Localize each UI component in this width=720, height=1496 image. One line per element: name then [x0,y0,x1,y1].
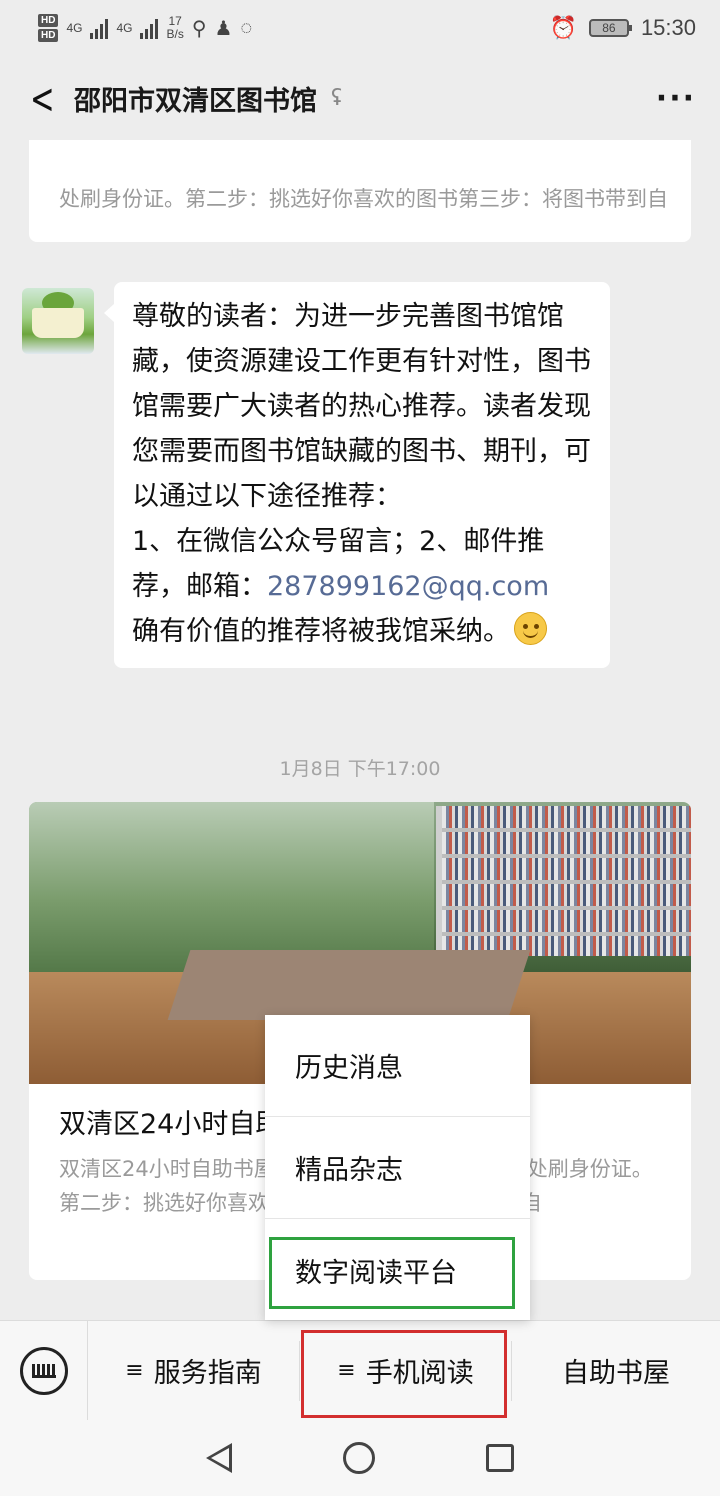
clock: 15:30 [640,15,696,40]
nav-home-icon[interactable] [342,1442,375,1474]
menu-tab-mobile-reading[interactable]: ≡ 手机阅读 [300,1329,512,1418]
message-timestamp: 1月8日 下午17:00 [279,758,441,780]
menu-item-label: 历史消息 [295,1053,403,1084]
status-bar: HD HD 4G 4G 17 B/s ⚲ ♟ ◌ ⏰ 86 15:30 [0,0,720,56]
nav-recents-icon[interactable] [486,1444,515,1472]
article-card-previous[interactable]: 处刷身份证。第二步：挑选好你喜欢的图书第三步：将图书带到自 [29,140,691,242]
menu-item-label: 精品杂志 [295,1155,403,1186]
menu-lines-icon: ≡ [125,1358,144,1383]
menu-tab-label: 服务指南 [153,1358,262,1389]
battery-icon: 86 [588,19,632,37]
hd-indicator: HD HD [38,14,59,42]
article-description: 处刷身份证。第二步：挑选好你喜欢的图书第三步：将图书带到自 [59,187,668,211]
network-type-2: 4G [116,21,133,35]
menu-tab-label: 自助书屋 [562,1358,670,1389]
keyboard-icon [19,1346,68,1395]
menu-tab-self-service-library[interactable]: 自助书屋 [512,1341,720,1401]
menu-item-history[interactable]: 历史消息 [265,1015,530,1117]
email-link[interactable]: 287899162@qq.com [267,571,549,602]
submenu-popup: 历史消息 精品杂志 数字阅读平台 [265,1015,530,1320]
menu-lines-icon: ≡ [337,1358,356,1383]
back-arrow-icon[interactable]: < [30,74,58,123]
avatar[interactable] [22,288,94,354]
status-right: ⏰ 86 15:30 [550,15,696,41]
photo-table [167,950,531,1020]
photo-bookshelf [436,806,691,956]
system-nav-bar [0,1420,720,1496]
chat-header: < 邵阳市双清区图书馆 ʢ ··· [0,56,720,140]
message-bubble: 尊敬的读者：为进一步完善图书馆馆藏，使资源建设工作更有针对性，图书馆需要广大读者… [104,282,610,668]
message-text: 尊敬的读者：为进一步完善图书馆馆藏，使资源建设工作更有针对性，图书馆需要广大读者… [132,301,591,512]
keyboard-toggle-button[interactable] [0,1321,88,1420]
menu-tab-service-guide[interactable]: ≡ 服务指南 [88,1340,300,1401]
network-type-1: 4G [66,21,83,35]
speed-unit: B/s [166,27,184,41]
status-left: HD HD 4G 4G 17 B/s ⚲ ♟ ◌ [38,14,252,42]
sync-icon: ◌ [240,16,253,39]
hd-label-2: HD [38,29,59,42]
menu-item-magazines[interactable]: 精品杂志 [265,1117,530,1219]
ear-icon: ʢ [331,85,343,111]
page-title: 邵阳市双清区图书馆 [74,85,317,117]
search-icon: ⚲ [191,17,207,40]
hd-label-1: HD [38,14,59,27]
battery-level: 86 [602,21,616,35]
qq-icon: ♟ [214,17,233,40]
menu-item-digital-reading[interactable]: 数字阅读平台 [265,1219,530,1321]
more-options-button[interactable]: ··· [656,81,696,116]
signal-icon [90,17,109,39]
alarm-icon: ⏰ [549,15,577,40]
smile-emoji-icon [514,612,547,645]
message-end: 确有价值的推荐将被我馆采纳。 [132,616,510,647]
signal-icon-2 [140,17,159,39]
menu-item-label: 数字阅读平台 [295,1257,457,1289]
network-speed: 17 B/s [166,15,183,41]
menu-tab-label: 手机阅读 [365,1358,474,1389]
official-account-menu-bar: ≡ 服务指南 ≡ 手机阅读 自助书屋 [0,1320,720,1420]
avatar-book [32,308,84,338]
nav-back-icon[interactable] [205,1443,232,1473]
